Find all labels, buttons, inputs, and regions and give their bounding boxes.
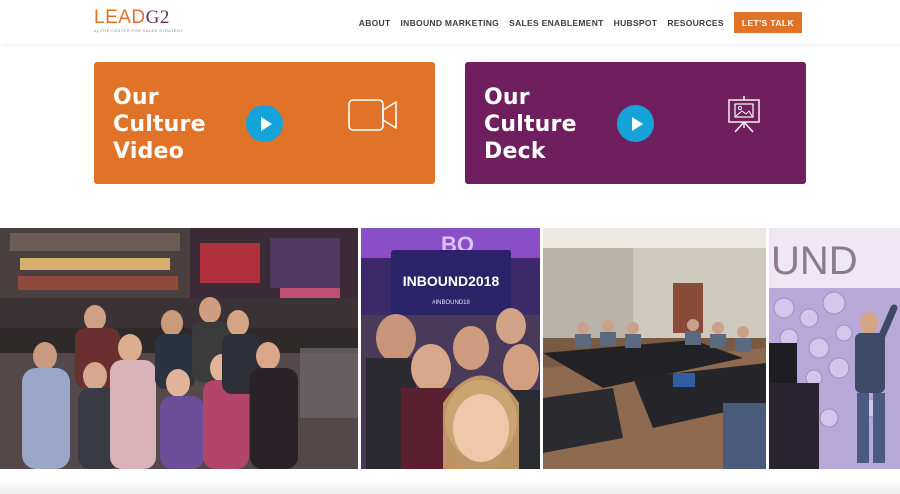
logo-wordmark: LEADG2 <box>94 8 184 27</box>
logo-tagline: by THE CENTER FOR SALES STRATEGY <box>94 28 184 33</box>
inbound-banner-hashtag: #INBOUND18 <box>432 300 470 306</box>
card-title-line: Video <box>113 139 184 164</box>
inbound-banner-text: INBOUND2018 <box>403 273 500 289</box>
photo-speaker-stage: UND <box>769 228 900 469</box>
nav-sales-enablement[interactable]: SALES ENABLEMENT <box>509 13 604 33</box>
culture-photo-strip: BO INBOUND2018 #INBOUND18 UND <box>0 228 900 469</box>
photo-conference-room <box>543 228 766 469</box>
presentation-icon <box>728 96 760 133</box>
card-title-line: Culture <box>484 112 577 137</box>
culture-video-card[interactable]: Our Culture Video <box>94 62 435 184</box>
logo[interactable]: LEADG2 by THE CENTER FOR SALES STRATEGY <box>94 8 184 33</box>
culture-deck-title: Our Culture Deck <box>484 84 577 165</box>
photo-inbound-2018-selfie: BO INBOUND2018 #INBOUND18 <box>361 228 540 469</box>
main-nav: ABOUT INBOUND MARKETING SALES ENABLEMENT… <box>349 12 802 33</box>
inbound-sign-text: UND <box>771 239 858 283</box>
culture-video-title: Our Culture Video <box>113 84 206 165</box>
logo-text: LEADG2 <box>94 7 170 28</box>
logo-g2: G2 <box>145 7 170 28</box>
nav-hubspot[interactable]: HUBSPOT <box>614 13 658 33</box>
photo-street-group <box>0 228 358 469</box>
card-title-line: Our <box>113 85 159 110</box>
lets-talk-button[interactable]: LET'S TALK <box>733 12 802 33</box>
nav-about[interactable]: ABOUT <box>359 13 391 33</box>
video-camera-icon <box>348 99 397 131</box>
site-header: LEADG2 by THE CENTER FOR SALES STRATEGY … <box>0 0 900 44</box>
card-title-line: Culture <box>113 112 206 137</box>
play-button-icon[interactable] <box>246 105 283 142</box>
culture-deck-card[interactable]: Our Culture Deck <box>465 62 806 184</box>
card-title-line: Deck <box>484 139 546 164</box>
nav-resources[interactable]: RESOURCES <box>667 13 724 33</box>
footer-divider <box>0 480 900 494</box>
play-button-icon[interactable] <box>617 105 654 142</box>
nav-inbound-marketing[interactable]: INBOUND MARKETING <box>401 13 500 33</box>
card-title-line: Our <box>484 85 530 110</box>
